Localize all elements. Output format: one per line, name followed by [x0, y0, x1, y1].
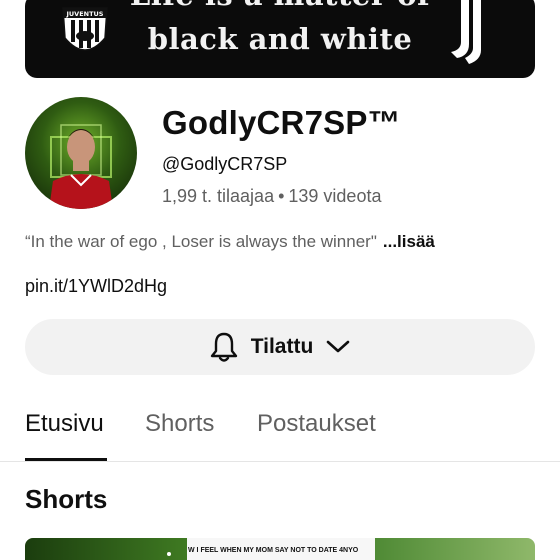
- stats-separator: •: [278, 186, 285, 206]
- tab-posts[interactable]: Postaukset: [257, 410, 376, 438]
- tab-home[interactable]: Etusivu: [25, 410, 104, 438]
- subscriber-count: 1,99 t. tilaajaa: [162, 186, 275, 206]
- active-tab-indicator: [25, 458, 107, 461]
- short-caption: W I FEEL WHEN MY MOM SAY NOT TO DATE 4NY…: [188, 547, 359, 554]
- chevron-down-icon[interactable]: [325, 339, 351, 355]
- subscribed-label: Tilattu: [250, 335, 314, 358]
- channel-banner: JUVENTUS Life is a matter of black and w…: [25, 0, 535, 78]
- channel-handle: @GodlyCR7SP: [162, 154, 288, 174]
- more-link[interactable]: ...lisää: [383, 232, 435, 251]
- channel-external-link[interactable]: pin.it/1YWlD2dHg: [25, 276, 167, 297]
- more-options-icon[interactable]: [167, 552, 171, 556]
- channel-avatar[interactable]: [25, 97, 137, 209]
- avatar-portrait-icon: [49, 124, 113, 209]
- section-title: Shorts: [25, 484, 108, 514]
- bell-icon: [210, 332, 237, 362]
- channel-tabs: Etusivu Shorts Postaukset: [0, 400, 560, 462]
- tab-shorts[interactable]: Shorts: [145, 410, 214, 438]
- channel-description[interactable]: “In the war of ego , Loser is always the…: [25, 232, 435, 252]
- short-thumbnail-2[interactable]: W I FEEL WHEN MY MOM SAY NOT TO DATE 4NY…: [187, 538, 375, 560]
- channel-stats: 1,99 t. tilaajaa • 139 videota: [162, 186, 381, 207]
- short-thumbnail-1[interactable]: [25, 538, 187, 560]
- subscribed-button[interactable]: Tilattu: [25, 319, 535, 375]
- short-thumbnail-3[interactable]: [375, 538, 535, 560]
- video-count: 139 videota: [288, 186, 382, 206]
- juventus-j-logo-icon: [451, 0, 481, 64]
- description-text: “In the war of ego , Loser is always the…: [25, 232, 377, 251]
- channel-name: GodlyCR7SP™: [162, 104, 401, 141]
